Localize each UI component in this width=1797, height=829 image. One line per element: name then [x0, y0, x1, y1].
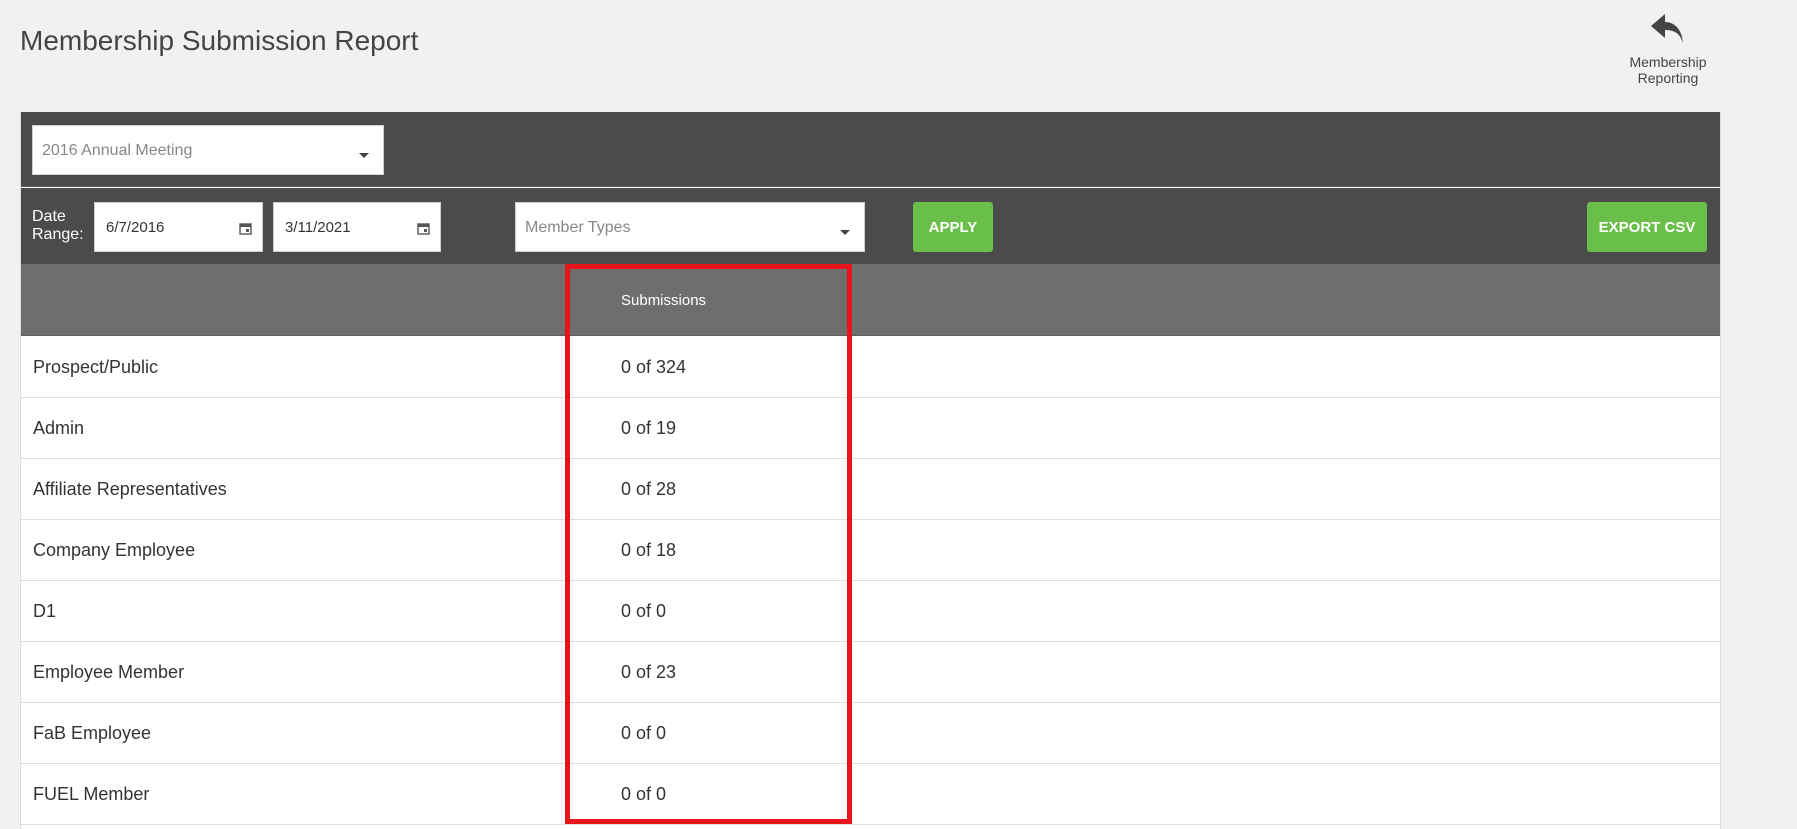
- back-label-line1: Membership: [1629, 54, 1707, 70]
- table-row: Employee Member 0 of 23: [21, 642, 1720, 703]
- member-type-cell: Employee Member: [33, 662, 185, 682]
- caret-down-icon: [359, 153, 369, 158]
- table-row: Prospect/Public 0 of 324: [21, 337, 1720, 398]
- end-date-input[interactable]: 3/11/2021: [273, 202, 441, 252]
- table-row: Affiliate Representatives 0 of 28: [21, 459, 1720, 520]
- date-range-label-line2: Range:: [32, 226, 84, 243]
- submissions-cell: 0 of 18: [621, 540, 677, 560]
- submissions-cell: 0 of 28: [621, 479, 677, 499]
- submissions-cell: 0 of 19: [621, 418, 677, 438]
- table-row: D1 0 of 0: [21, 581, 1720, 642]
- member-type-cell: FaB Employee: [33, 723, 152, 743]
- table-row: FaB Employee 0 of 0: [21, 703, 1720, 764]
- date-range-label-line1: Date: [32, 208, 66, 225]
- submissions-cell: 0 of 0: [621, 601, 667, 621]
- filter-toolbar: Date Range: 6/7/2016 3/11/2021 Member Ty…: [21, 188, 1720, 264]
- date-range-label: Date Range:: [32, 208, 84, 244]
- member-types-placeholder: Member Types: [525, 219, 631, 236]
- meeting-toolbar: 2016 Annual Meeting: [21, 112, 1720, 187]
- member-types-select[interactable]: Member Types: [515, 202, 865, 252]
- member-type-cell: Prospect/Public: [33, 357, 159, 377]
- membership-reporting-link[interactable]: Membership Reporting: [1622, 10, 1714, 86]
- page-title: Membership Submission Report: [20, 25, 419, 56]
- table-row: Admin 0 of 19: [21, 398, 1720, 459]
- calendar-icon[interactable]: [239, 222, 252, 235]
- member-type-cell: Affiliate Representatives: [33, 479, 227, 499]
- reply-arrow-icon: [1651, 14, 1683, 43]
- submissions-cell: 0 of 324: [621, 357, 687, 377]
- member-type-cell: FUEL Member: [33, 784, 150, 804]
- report-panel: 2016 Annual Meeting Date Range: 6/7/2016…: [20, 112, 1721, 829]
- meeting-select-value: 2016 Annual Meeting: [42, 142, 193, 159]
- table-header: Submissions: [21, 264, 1720, 336]
- table-row: Company Employee 0 of 18: [21, 520, 1720, 581]
- member-type-cell: D1: [33, 601, 57, 621]
- submissions-cell: 0 of 0: [621, 784, 667, 804]
- export-csv-button[interactable]: EXPORT CSV: [1587, 202, 1707, 252]
- meeting-select[interactable]: 2016 Annual Meeting: [32, 125, 384, 175]
- end-date-value: 3/11/2021: [285, 219, 351, 236]
- member-type-cell: Admin: [33, 418, 85, 438]
- back-label-line2: Reporting: [1637, 70, 1699, 86]
- submissions-cell: 0 of 23: [621, 662, 677, 682]
- apply-button[interactable]: APPLY: [913, 202, 993, 252]
- member-type-cell: Company Employee: [33, 540, 196, 560]
- caret-down-icon: [840, 230, 850, 235]
- submissions-column-header: Submissions: [621, 292, 707, 309]
- submissions-cell: 0 of 0: [621, 723, 667, 743]
- calendar-icon[interactable]: [417, 222, 430, 235]
- start-date-value: 6/7/2016: [106, 219, 165, 236]
- start-date-input[interactable]: 6/7/2016: [94, 202, 263, 252]
- table-row: FUEL Member 0 of 0: [21, 764, 1720, 825]
